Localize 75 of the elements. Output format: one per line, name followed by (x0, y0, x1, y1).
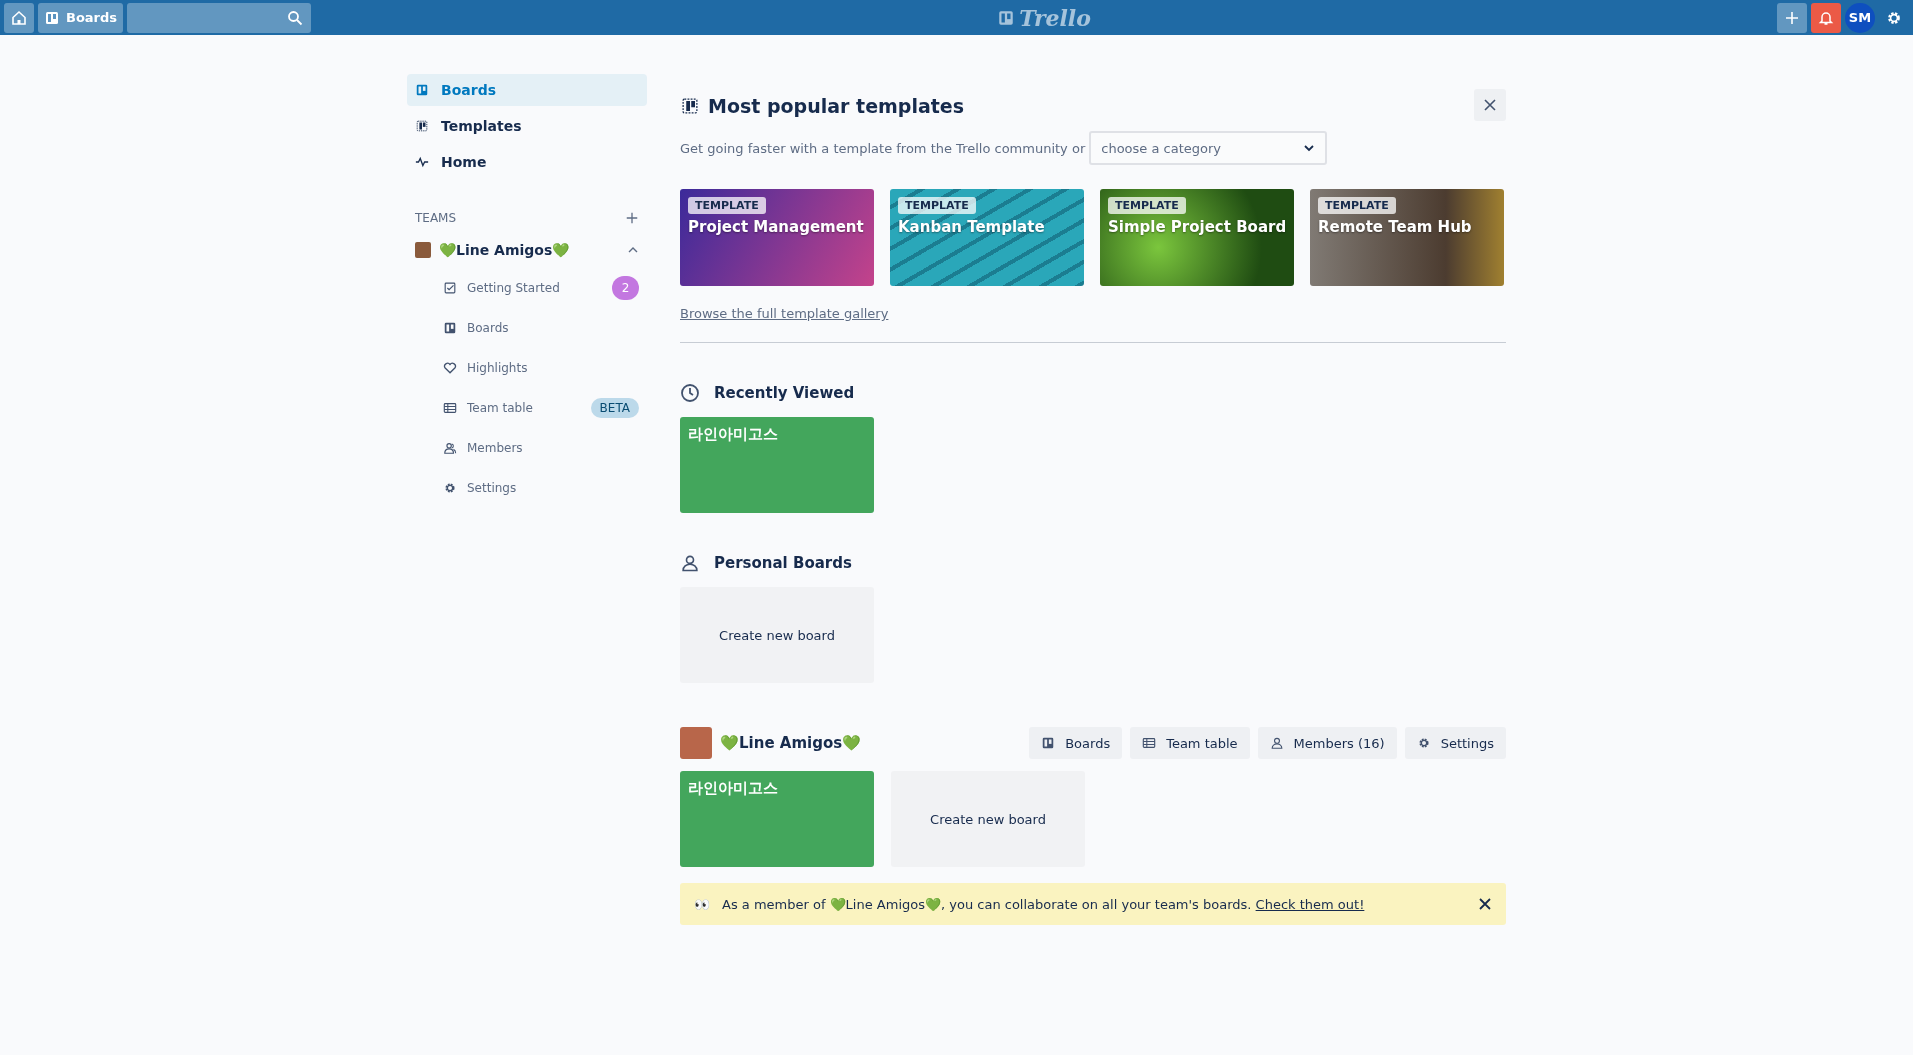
sidebar-nav-item[interactable]: Home (407, 146, 647, 178)
team-avatar (680, 727, 712, 759)
team-button[interactable]: Settings (1404, 727, 1506, 759)
board-icon (997, 8, 1016, 27)
teams-heading: TEAMS (415, 211, 457, 225)
settings-icon (443, 481, 457, 495)
template-icon (680, 96, 700, 116)
board-icon (1041, 736, 1056, 750)
template-title: Remote Team Hub (1318, 218, 1472, 236)
close-icon (1478, 897, 1492, 911)
template-tag: TEMPLATE (1318, 197, 1396, 214)
checkbox-icon (443, 281, 457, 295)
team-button[interactable]: Team table (1130, 727, 1250, 759)
add-button[interactable] (1777, 2, 1807, 33)
template-icon (415, 119, 429, 133)
template-card[interactable]: TEMPLATE Simple Project Board (1100, 189, 1294, 286)
clock-icon (680, 383, 700, 403)
plus-icon (625, 211, 639, 225)
templates-description: Get going faster with a template from the Trello community or (680, 140, 1086, 156)
chevron-down-icon (1303, 142, 1316, 154)
team-menu-item[interactable]: Highlights (467, 361, 639, 375)
team-menu-item[interactable]: Members (467, 441, 639, 455)
team-button[interactable]: Boards (1029, 727, 1123, 759)
create-board-button[interactable]: Create new board (891, 771, 1085, 867)
home-button[interactable] (4, 2, 34, 33)
category-dropdown[interactable]: choose a category (1089, 131, 1328, 165)
team-avatar (415, 242, 431, 258)
section-title: Most popular templates (708, 95, 965, 117)
template-title: Kanban Template (898, 218, 1045, 236)
team-menu-item[interactable]: Settings (467, 481, 639, 495)
template-title: Project Management (688, 218, 864, 236)
template-title: Simple Project Board (1108, 218, 1287, 236)
add-team-button[interactable] (625, 211, 639, 225)
user-avatar[interactable]: SM (1845, 2, 1875, 33)
home-icon (11, 9, 27, 26)
create-board-button[interactable]: Create new board (680, 587, 874, 683)
beta-badge: BETA (590, 398, 639, 418)
heart-icon (443, 361, 457, 375)
template-card[interactable]: TEMPLATE Kanban Template (890, 189, 1084, 286)
sidebar-nav-item[interactable]: Boards (407, 74, 647, 106)
person-icon (680, 553, 700, 573)
board-icon (443, 321, 457, 335)
section-title: Recently Viewed (714, 384, 855, 402)
section-title: Personal Boards (714, 554, 852, 572)
search-icon (287, 9, 304, 26)
plus-icon (1784, 9, 1800, 26)
template-tag: TEMPLATE (1108, 197, 1186, 214)
team-menu-item[interactable]: Team table (467, 401, 581, 415)
table-icon (1142, 736, 1157, 750)
board-icon (415, 83, 429, 97)
banner-message: As a member of 💚Line Amigos💚, you can collaborate on all your team's boards. Check them out! (722, 896, 1366, 912)
template-tag: TEMPLATE (898, 197, 976, 214)
team-menu-item[interactable]: Getting Started (467, 281, 602, 295)
close-button[interactable] (1478, 897, 1492, 911)
check-them-out-link[interactable]: Check them out! (1255, 896, 1365, 912)
search-field[interactable] (127, 2, 312, 33)
template-card[interactable]: TEMPLATE Remote Team Hub (1310, 189, 1504, 286)
notifications-button[interactable] (1811, 2, 1841, 33)
activity-icon (415, 155, 429, 169)
table-icon (443, 401, 457, 415)
team-name[interactable]: 💚Line Amigos💚 (439, 242, 619, 258)
person-icon (1269, 736, 1284, 750)
template-gallery-link[interactable]: Browse the full template gallery (680, 306, 889, 321)
eyes-emoji: 👀 (694, 896, 710, 912)
people-icon (443, 441, 457, 455)
board-icon (44, 9, 60, 26)
template-card[interactable]: TEMPLATE Project Management (680, 189, 874, 286)
template-tag: TEMPLATE (688, 197, 766, 214)
sidebar-nav-item[interactable]: Templates (407, 110, 647, 142)
team-menu-item[interactable]: Boards (467, 321, 639, 335)
team-name: 💚Line Amigos💚 (720, 734, 862, 752)
team-button[interactable]: Members (16) (1257, 727, 1397, 759)
bell-icon (1818, 9, 1834, 26)
count-badge: 2 (612, 276, 639, 300)
close-icon (1483, 98, 1497, 112)
